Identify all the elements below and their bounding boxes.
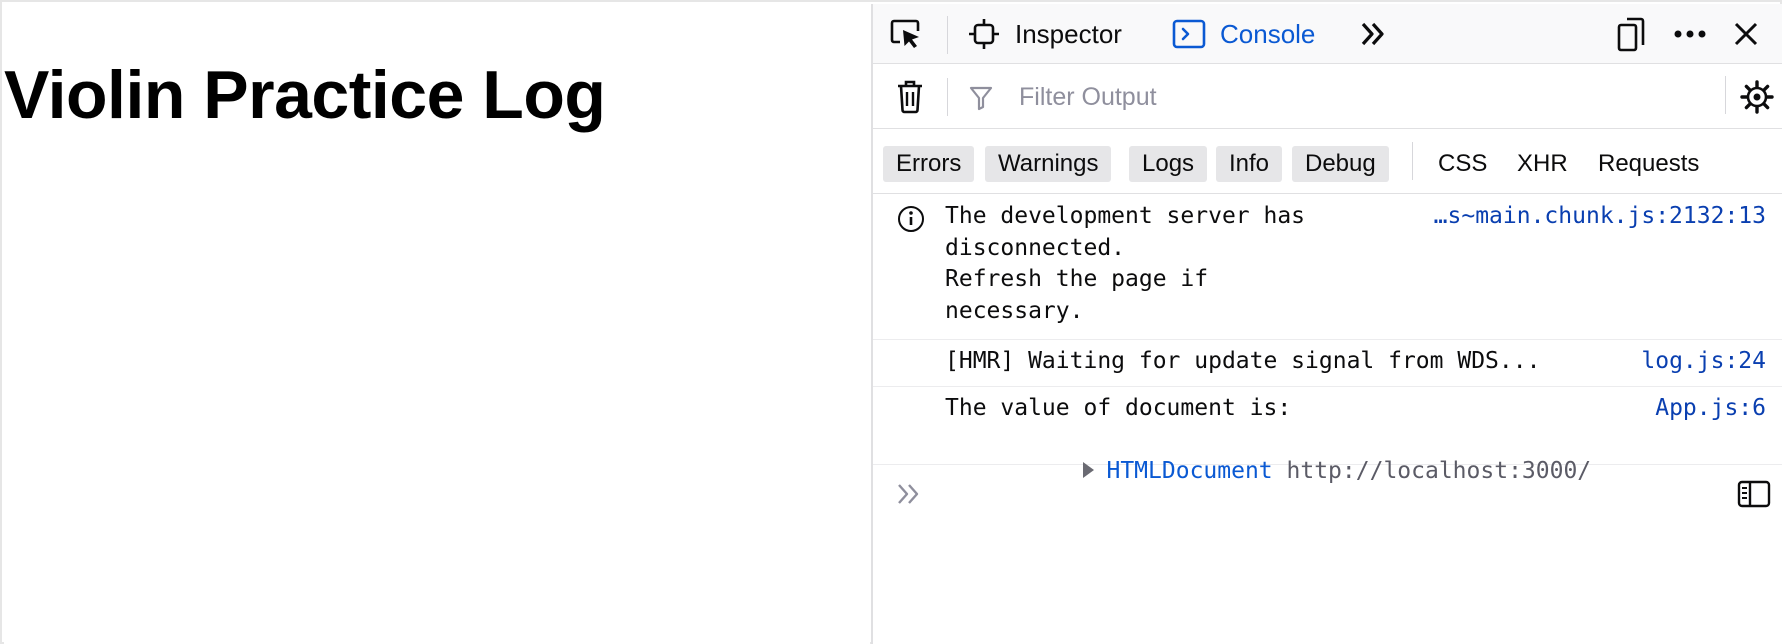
responsive-design-button[interactable] <box>1610 13 1652 55</box>
toolbar-separator <box>1412 142 1413 180</box>
filter-logs-button[interactable]: Logs <box>1129 146 1208 182</box>
message-text-line: The development server has <box>945 203 1306 229</box>
filter-debug-button[interactable]: Debug <box>1292 146 1389 182</box>
message-text-line: [HMR] Waiting for update signal from WDS… <box>945 348 1541 374</box>
filter-xhr-button[interactable]: XHR <box>1504 146 1581 182</box>
filter-output-input[interactable] <box>983 75 1583 119</box>
more-tools-button[interactable] <box>1353 14 1393 54</box>
tab-inspector-label: Inspector <box>1015 18 1122 49</box>
responsive-design-icon <box>1617 17 1645 52</box>
tab-console[interactable]: Console <box>1172 4 1315 64</box>
toolbar-separator <box>947 16 948 54</box>
element-picker-icon <box>890 19 920 48</box>
page-viewport: Violin Practice Log <box>4 4 870 644</box>
message-source-link[interactable]: log.js:24 <box>1641 346 1766 378</box>
message-text-line: Refresh the page if <box>945 266 1209 292</box>
toolbar-separator <box>1725 76 1726 114</box>
trash-icon <box>898 80 922 114</box>
message-source-link[interactable]: App.js:6 <box>1655 393 1766 425</box>
message-text-line: The value of document is: <box>945 395 1292 421</box>
console-message: The development server has disconnected.… <box>873 195 1782 340</box>
console-message: [HMR] Waiting for update signal from WDS… <box>873 340 1782 387</box>
console-icon <box>1172 17 1206 51</box>
toolbar-separator <box>947 78 948 116</box>
info-icon <box>897 205 925 243</box>
gear-icon <box>1740 80 1774 114</box>
clear-console-button[interactable] <box>889 75 931 117</box>
filter-errors-button[interactable]: Errors <box>883 146 975 182</box>
close-icon <box>1734 22 1758 46</box>
filter-info-button[interactable]: Info <box>1216 146 1283 182</box>
filter-css-button[interactable]: CSS <box>1425 146 1500 182</box>
filter-warnings-button[interactable]: Warnings <box>985 146 1112 182</box>
editor-mode-button[interactable] <box>1734 474 1774 514</box>
ellipsis-icon <box>1674 30 1706 38</box>
prompt-chevron-icon <box>895 480 925 513</box>
message-text-line: necessary. <box>945 297 1084 324</box>
message-source-link[interactable]: …s~main.chunk.js:2132:13 <box>1434 201 1766 233</box>
chevron-double-right-icon <box>1361 22 1384 46</box>
message-text-line: disconnected. <box>945 234 1126 261</box>
browser-frame: Violin Practice Log Inspector Console Fi… <box>0 0 1782 644</box>
console-toolbar <box>873 65 1782 129</box>
sidebar-toggle-icon <box>1737 480 1771 508</box>
element-picker-button[interactable] <box>883 12 927 56</box>
close-devtools-button[interactable] <box>1725 13 1767 55</box>
console-settings-button[interactable] <box>1735 75 1779 119</box>
inspector-icon <box>967 17 1001 51</box>
tab-inspector[interactable]: Inspector <box>967 4 1122 64</box>
devtools-panel: Inspector Console Filter Output Errors W… <box>871 4 1782 644</box>
devtools-tabbar: Inspector Console <box>873 4 1782 64</box>
log-level-filter-bar: Errors Warnings Logs Info Debug CSS XHR … <box>873 130 1782 194</box>
console-input-row[interactable] <box>873 464 1782 524</box>
console-message: The value of document is: HTMLDocument h… <box>873 387 1782 484</box>
console-output: The development server has disconnected.… <box>873 195 1782 484</box>
tab-console-label: Console <box>1220 18 1316 49</box>
more-options-button[interactable] <box>1669 13 1711 55</box>
filter-requests-button[interactable]: Requests <box>1585 146 1712 182</box>
page-title: Violin Practice Log <box>4 57 606 133</box>
